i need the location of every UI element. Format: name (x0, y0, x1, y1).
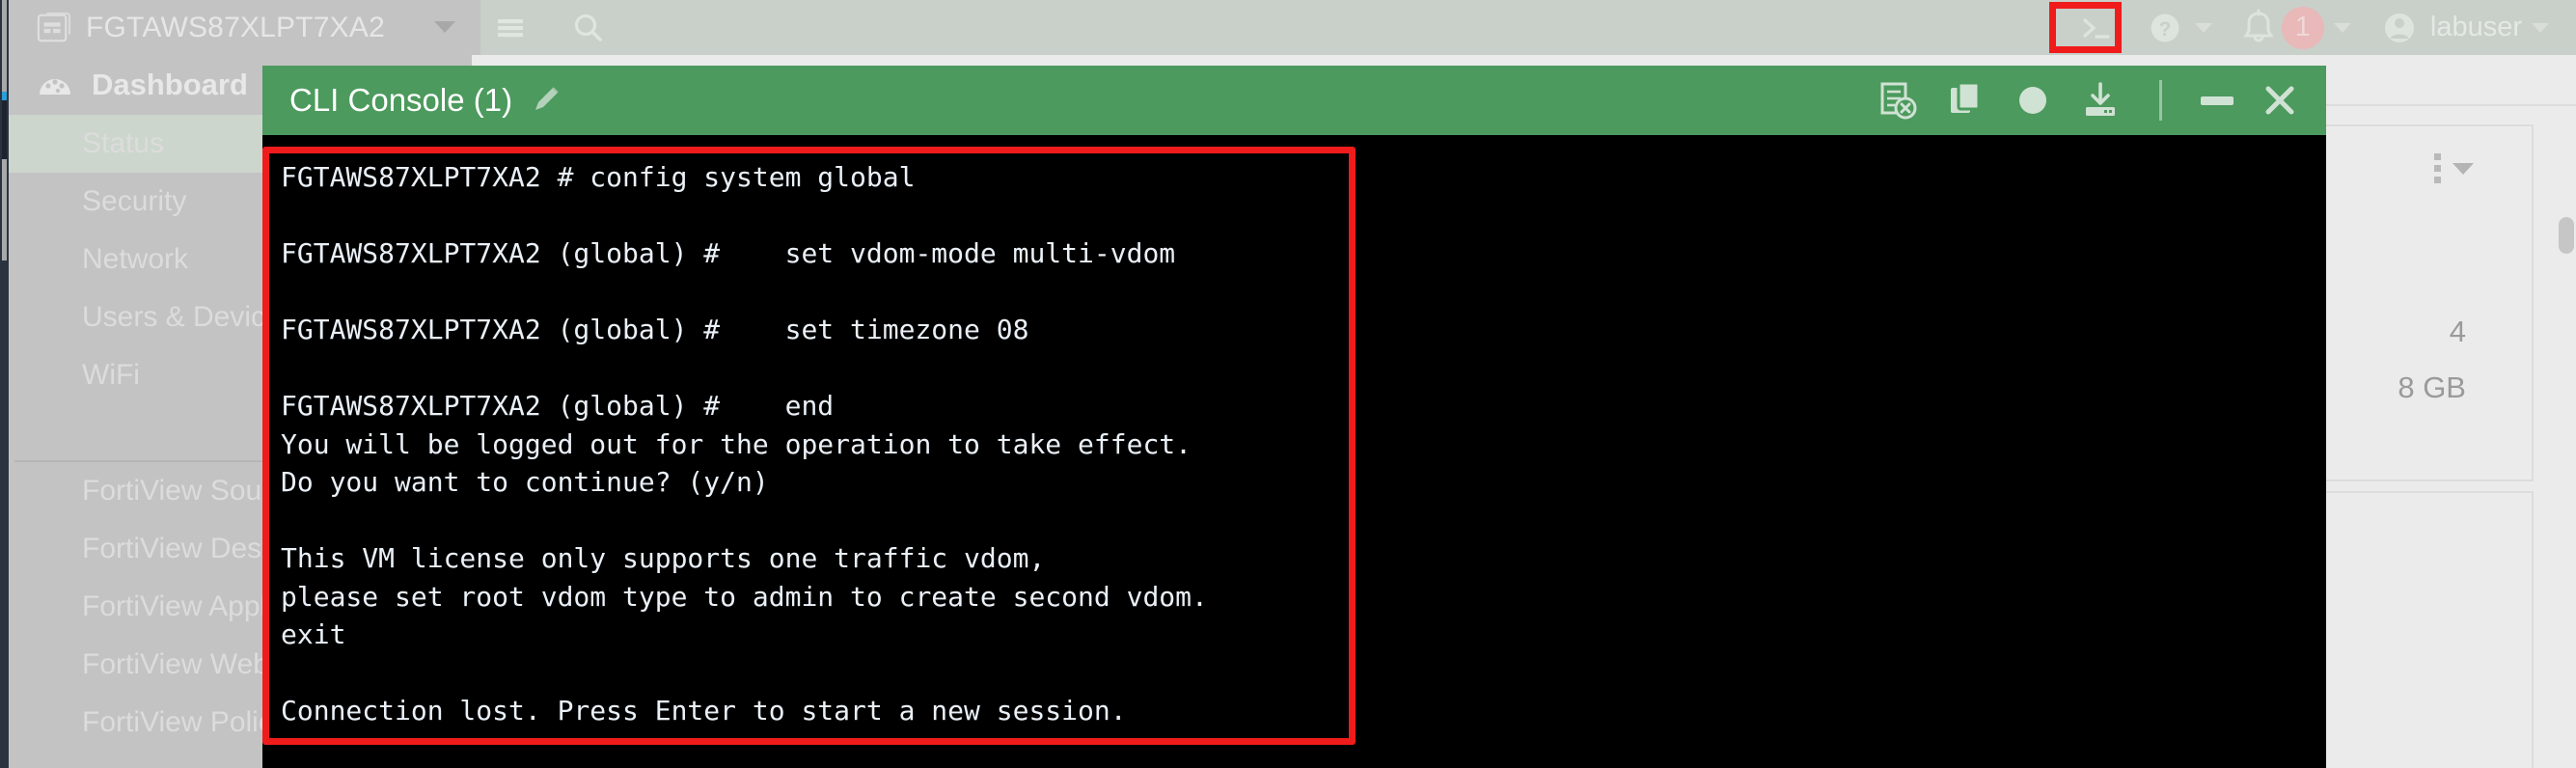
firewall-device-icon (37, 12, 71, 41)
left-edge-rail (0, 0, 9, 768)
cli-console-toolbar (1877, 66, 2299, 135)
copy-icon[interactable] (1945, 80, 1986, 121)
cli-console-terminal[interactable]: FGTAWS87XLPT7XA2 # config system global … (262, 135, 2326, 768)
download-icon[interactable] (2080, 80, 2121, 121)
scrollbar-marker (2, 92, 7, 100)
sidebar-item-label: WiFi (82, 359, 140, 391)
dashboard-gauge-icon (40, 79, 70, 95)
cli-console-button-highlight (2049, 2, 2122, 53)
toolbar-divider (2159, 80, 2162, 121)
main-scrollbar-track[interactable] (2559, 113, 2574, 768)
sidebar-item-label: Network (82, 243, 189, 275)
notification-count-badge: 1 (2281, 6, 2324, 49)
topbar-left-icons (491, 0, 607, 55)
pencil-edit-icon[interactable] (530, 84, 562, 117)
sidebar-item-label: Security (82, 185, 187, 217)
terminal-output-text: FGTAWS87XLPT7XA2 # config system global … (281, 161, 1208, 727)
cli-console-window: CLI Console (1) FGTAWS87XLPT7XA2 # confi… (262, 66, 2326, 768)
device-selector[interactable]: FGTAWS87XLPT7XA2 (9, 0, 480, 55)
chevron-down-icon (2194, 22, 2212, 33)
chevron-down-icon (2453, 162, 2474, 175)
widget-value-memory: 8 GB (2398, 370, 2466, 404)
chevron-down-icon (2532, 22, 2549, 33)
kebab-menu-icon (2434, 153, 2441, 183)
sidebar-item-label: Status (82, 127, 165, 159)
widget-value-cpu-count: 4 (2449, 315, 2466, 348)
svg-text:?: ? (2158, 18, 2171, 41)
notifications-button[interactable]: 1 (2226, 0, 2365, 55)
widget-menu-button[interactable] (2434, 153, 2474, 183)
chevron-down-icon (2333, 22, 2351, 33)
search-icon[interactable] (568, 9, 607, 47)
topbar-right-icons: ? 1 labuser (2062, 0, 2562, 55)
record-icon[interactable] (2013, 80, 2053, 121)
sidebar-section-label: Dashboard (92, 68, 248, 101)
chevron-down-icon[interactable] (434, 21, 455, 33)
close-icon[interactable] (2261, 81, 2299, 120)
cli-console-title: CLI Console (1) (289, 82, 513, 118)
main-scrollbar-thumb[interactable] (2559, 217, 2574, 254)
cli-console-titlebar: CLI Console (1) (262, 66, 2326, 135)
hamburger-menu-icon[interactable] (491, 9, 530, 47)
device-name-label: FGTAWS87XLPT7XA2 (86, 11, 385, 43)
minimize-icon[interactable] (2201, 96, 2233, 105)
help-button[interactable]: ? (2131, 0, 2226, 55)
help-question-icon: ? (2151, 14, 2179, 41)
app-root: FGTAWS87XLPT7XA2 ? 1 labuser Dashboard S… (0, 0, 2576, 768)
user-avatar-icon (2384, 13, 2414, 42)
user-name-label: labuser (2429, 12, 2522, 42)
clear-console-icon[interactable] (1877, 80, 1918, 121)
notification-bell-icon (2243, 9, 2274, 41)
user-menu-button[interactable]: labuser (2365, 0, 2562, 55)
page-scrollbar-thumb[interactable] (2, 92, 7, 159)
top-navigation-bar: FGTAWS87XLPT7XA2 ? 1 labuser (9, 0, 2576, 55)
